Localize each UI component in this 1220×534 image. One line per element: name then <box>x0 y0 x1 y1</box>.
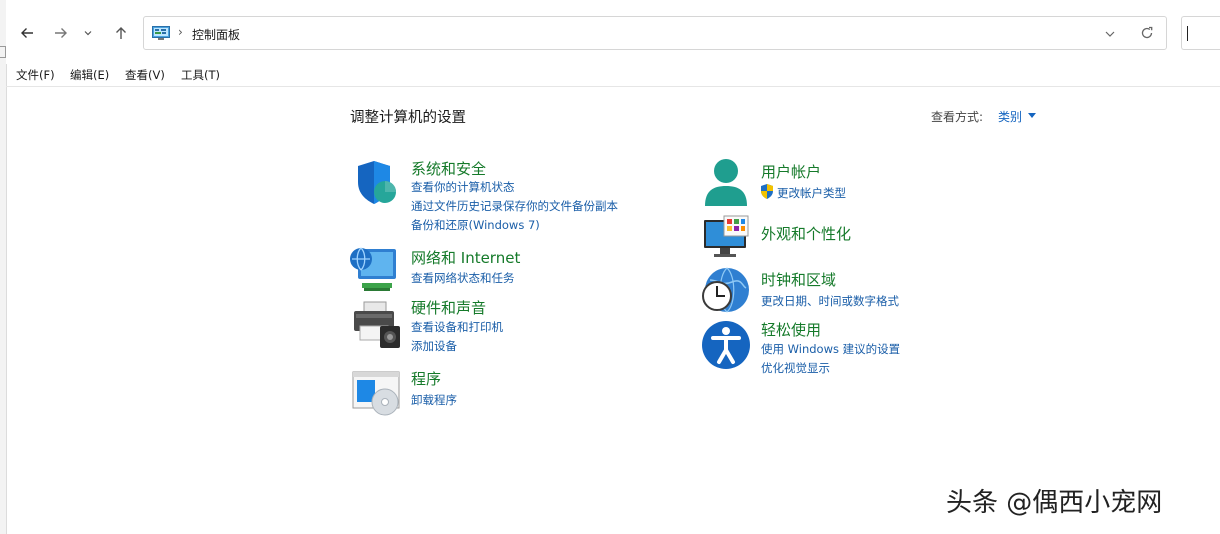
clock-globe-icon[interactable] <box>700 266 750 316</box>
link-add-device[interactable]: 添加设备 <box>411 338 457 354</box>
category-programs[interactable]: 程序 <box>411 368 441 389</box>
breadcrumb-separator: › <box>178 25 183 39</box>
category-hardware-sound[interactable]: 硬件和声音 <box>411 297 486 318</box>
user-account-icon[interactable] <box>702 158 752 208</box>
page-title: 调整计算机的设置 <box>350 110 466 126</box>
link-uninstall-program[interactable]: 卸载程序 <box>411 392 457 408</box>
back-button[interactable] <box>14 20 40 46</box>
link-devices-printers[interactable]: 查看设备和打印机 <box>411 319 503 335</box>
recent-locations-button[interactable] <box>80 20 96 46</box>
back-arrow-icon <box>21 28 33 38</box>
link-recommended-settings[interactable]: 使用 Windows 建议的设置 <box>761 341 900 357</box>
address-dropdown-icon[interactable] <box>1104 28 1116 40</box>
link-view-computer-status[interactable]: 查看你的计算机状态 <box>411 179 515 195</box>
link-network-status-tasks[interactable]: 查看网络状态和任务 <box>411 270 515 286</box>
menu-view[interactable]: 查看(V) <box>125 67 165 83</box>
menu-bar: 文件(F) 编辑(E) 查看(V) 工具(T) <box>6 64 1220 87</box>
link-change-account-type[interactable]: 更改帐户类型 <box>777 185 846 201</box>
accessibility-icon[interactable] <box>701 320 751 370</box>
category-system-security[interactable]: 系统和安全 <box>411 158 486 179</box>
category-appearance[interactable]: 外观和个性化 <box>761 223 851 244</box>
link-file-history-backup[interactable]: 通过文件历史记录保存你的文件备份副本 <box>411 198 618 214</box>
shield-icon[interactable] <box>352 158 402 208</box>
link-change-date-time-format[interactable]: 更改日期、时间或数字格式 <box>761 293 899 309</box>
category-user-accounts[interactable]: 用户帐户 <box>761 161 821 182</box>
network-globe-icon[interactable] <box>350 245 400 295</box>
view-by-dropdown[interactable]: 类别 <box>998 108 1022 125</box>
text-caret <box>1187 26 1188 41</box>
refresh-icon[interactable] <box>1140 26 1154 40</box>
menu-tools[interactable]: 工具(T) <box>181 67 220 83</box>
menu-file[interactable]: 文件(F) <box>16 67 55 83</box>
link-backup-restore[interactable]: 备份和还原(Windows 7) <box>411 217 540 233</box>
appearance-monitor-icon[interactable] <box>702 214 752 264</box>
category-network-internet[interactable]: 网络和 Internet <box>411 247 520 268</box>
up-arrow-icon <box>116 27 126 39</box>
address-bar[interactable]: › 控制面板 <box>143 16 1167 50</box>
forward-button[interactable] <box>48 20 74 46</box>
category-clock-region[interactable]: 时钟和区域 <box>761 269 836 290</box>
watermark: 头条 @偶西小宠网 <box>946 488 1163 518</box>
programs-icon[interactable] <box>351 368 401 418</box>
uac-shield-icon <box>761 184 773 199</box>
category-ease-of-access[interactable]: 轻松使用 <box>761 319 821 340</box>
navigation-bar: › 控制面板 <box>6 0 1220 64</box>
menu-edit[interactable]: 编辑(E) <box>70 67 109 83</box>
search-box[interactable] <box>1181 16 1220 50</box>
chevron-down-icon <box>84 31 92 36</box>
forward-arrow-icon <box>55 28 67 38</box>
breadcrumb-path[interactable]: 控制面板 <box>192 26 240 43</box>
view-by-caret-icon[interactable] <box>1028 113 1036 118</box>
view-by-label: 查看方式: <box>931 110 984 124</box>
printer-icon[interactable] <box>352 300 402 350</box>
control-panel-icon <box>152 26 170 40</box>
link-optimize-visual-display[interactable]: 优化视觉显示 <box>761 360 830 376</box>
up-button[interactable] <box>108 20 134 46</box>
